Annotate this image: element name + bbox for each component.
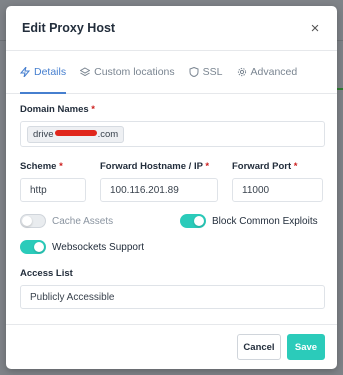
tab-advanced[interactable]: Advanced — [237, 51, 298, 93]
tab-label: Details — [34, 66, 67, 78]
save-button[interactable]: Save — [287, 334, 325, 360]
scheme-label: Scheme * — [20, 161, 63, 172]
lightning-icon — [20, 67, 30, 77]
domain-names-label: Domain Names * — [20, 104, 95, 115]
tab-label: Advanced — [250, 66, 298, 78]
cancel-button[interactable]: Cancel — [237, 334, 281, 360]
tab-label: SSL — [202, 66, 223, 78]
forward-hostname-group: Forward Hostname / IP * 100.116.201.89 — [100, 161, 218, 202]
tab-ssl[interactable]: SSL — [189, 51, 223, 93]
required-mark: * — [59, 161, 63, 172]
domain-tag[interactable]: drive .com — [27, 125, 125, 143]
redaction-mark — [54, 130, 97, 136]
required-mark: * — [91, 104, 95, 115]
block-exploits-label: Block Common Exploits — [212, 215, 318, 227]
required-mark: * — [293, 161, 298, 172]
cache-assets-toggle[interactable]: Cache Assets — [20, 214, 180, 228]
close-button[interactable]: × — [307, 20, 323, 37]
edit-proxy-host-modal: Edit Proxy Host × Details Custom locatio… — [6, 6, 337, 369]
forward-hostname-label: Forward Hostname / IP * — [100, 161, 210, 172]
toggle-row-1: Cache Assets Block Common Exploits — [20, 214, 325, 228]
block-exploits-toggle[interactable]: Block Common Exploits — [180, 214, 318, 228]
modal-footer: Cancel Save — [6, 324, 337, 369]
modal-title: Edit Proxy Host — [22, 21, 116, 35]
access-list-group: Access List Publicly Accessible — [20, 268, 325, 309]
access-list-select[interactable]: Publicly Accessible — [20, 285, 325, 309]
domain-names-input[interactable]: drive .com — [20, 121, 325, 147]
forward-hostname-input[interactable]: 100.116.201.89 — [100, 178, 218, 202]
gear-icon — [237, 67, 246, 77]
websockets-switch[interactable] — [20, 240, 46, 254]
scheme-input[interactable]: http — [20, 178, 86, 202]
forward-row: Scheme * http Forward Hostname / IP * 10… — [20, 161, 325, 202]
cache-assets-label: Cache Assets — [52, 215, 114, 227]
forward-port-input[interactable]: 11000 — [232, 178, 323, 202]
websockets-label: Websockets Support — [52, 241, 145, 253]
access-list-label: Access List — [20, 268, 73, 279]
websockets-toggle[interactable]: Websockets Support — [20, 240, 144, 254]
tab-custom-locations[interactable]: Custom locations — [80, 51, 175, 93]
tab-label: Custom locations — [94, 66, 175, 78]
modal-header: Edit Proxy Host × — [6, 6, 337, 51]
toggle-row-2: Websockets Support — [20, 240, 325, 254]
shield-icon — [189, 67, 199, 77]
forward-port-group: Forward Port * 11000 — [232, 161, 323, 202]
layers-icon — [80, 67, 91, 77]
tab-details[interactable]: Details — [20, 51, 67, 94]
forward-port-label: Forward Port * — [232, 161, 298, 172]
block-exploits-switch[interactable] — [180, 214, 206, 228]
form-body: Domain Names * drive .com Scheme * http … — [6, 94, 337, 309]
required-mark: * — [205, 161, 210, 172]
tab-bar: Details Custom locations SSL Advanced — [6, 51, 337, 94]
domain-tag-suffix: .com — [97, 128, 119, 140]
cache-assets-switch[interactable] — [20, 214, 46, 228]
scheme-group: Scheme * http — [20, 161, 86, 202]
domain-tag-prefix: drive — [33, 128, 54, 140]
